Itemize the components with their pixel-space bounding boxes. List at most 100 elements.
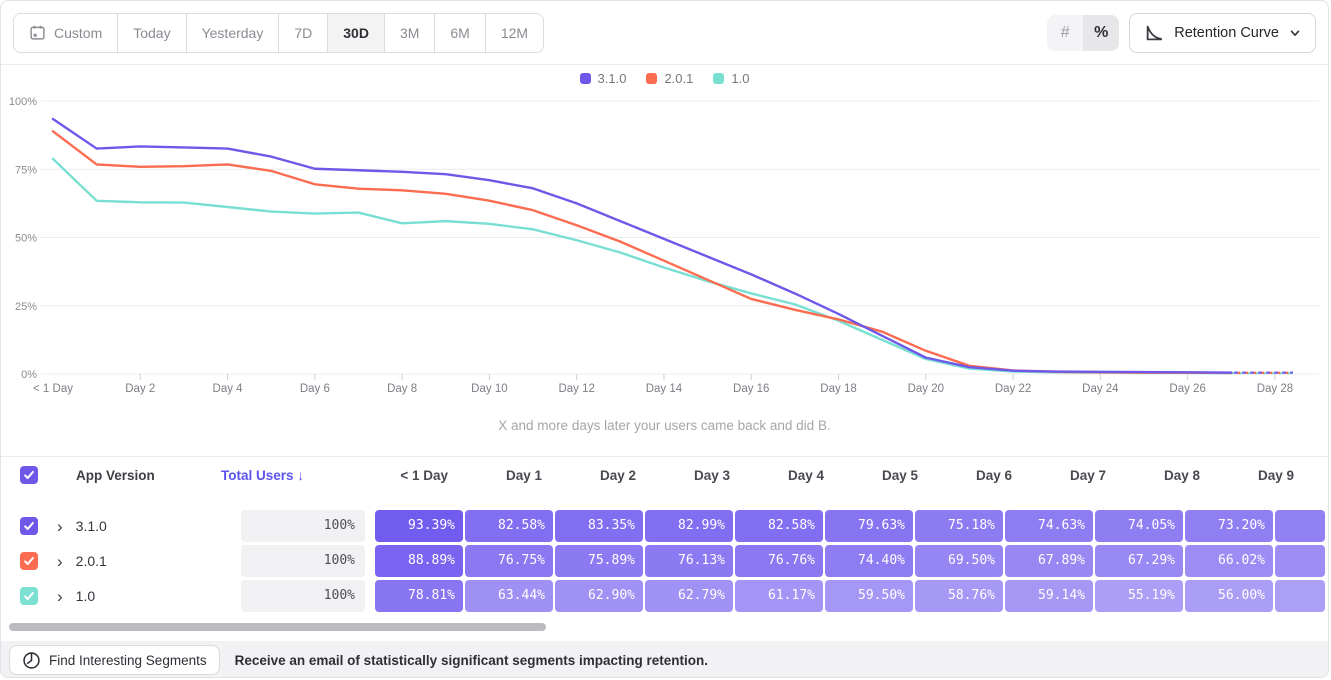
day-column-header: Day 9	[1211, 468, 1299, 483]
row-checkbox-cell	[1, 552, 57, 570]
day-column-header: Day 3	[647, 468, 735, 483]
row-checkbox[interactable]	[20, 552, 38, 570]
chart-type-dropdown[interactable]: Retention Curve	[1129, 13, 1316, 53]
app-version-header: App Version	[57, 468, 221, 483]
legend-swatch	[646, 73, 657, 84]
version-label: 3.1.0	[76, 518, 107, 534]
total-users-cell: 100%	[241, 510, 365, 542]
retention-report-panel: CustomTodayYesterday7D30D3M6M12M # % Ret…	[0, 0, 1329, 678]
retention-cell[interactable]: 63.44%	[465, 580, 553, 612]
interesting-segments-icon	[22, 651, 41, 670]
retention-cell[interactable]: 82.58%	[465, 510, 553, 542]
retention-cell[interactable]: 76.13%	[645, 545, 733, 577]
retention-cell[interactable]: 75.89%	[555, 545, 643, 577]
legend-swatch	[713, 73, 724, 84]
expand-chevron-icon[interactable]: ›	[57, 553, 63, 570]
retention-cell[interactable]: 66.02%	[1185, 545, 1273, 577]
chevron-down-icon	[1289, 27, 1301, 39]
retention-cell[interactable]: 69.50%	[915, 545, 1003, 577]
range-button-today[interactable]: Today	[118, 14, 186, 52]
retention-cell[interactable]: 62.79%	[645, 580, 733, 612]
retention-cell[interactable]: 88.89%	[375, 545, 463, 577]
retention-cell[interactable]: 56.00%	[1185, 580, 1273, 612]
x-axis-label: Day 10	[471, 383, 507, 395]
percent-format-button[interactable]: %	[1083, 15, 1119, 51]
retention-cell[interactable]: 93.39%	[375, 510, 463, 542]
retention-cell[interactable]: 78.81%	[375, 580, 463, 612]
chart-caption: X and more days later your users came ba…	[1, 418, 1328, 436]
retention-cell[interactable]: 82.58%	[735, 510, 823, 542]
retention-cell[interactable]: 74.05%	[1095, 510, 1183, 542]
x-axis-label: Day 4	[213, 383, 244, 395]
x-axis-label: Day 2	[125, 383, 155, 395]
sort-desc-icon: ↓	[297, 468, 304, 483]
table-cell-overflow	[1275, 510, 1325, 542]
legend-label: 3.1.0	[598, 71, 627, 86]
retention-cell[interactable]: 62.90%	[555, 580, 643, 612]
retention-table: App Version Total Users ↓ < 1 Day Day 1 Da…	[1, 456, 1328, 615]
select-all-checkbox[interactable]	[20, 466, 38, 484]
scrollbar-thumb[interactable]	[9, 623, 546, 631]
series-line-3-1-0[interactable]	[53, 119, 1231, 373]
x-axis-label: Day 8	[387, 383, 417, 395]
retention-cell[interactable]: 61.17%	[735, 580, 823, 612]
legend-item-3-1-0[interactable]: 3.1.0	[580, 71, 627, 86]
retention-cell[interactable]: 59.50%	[825, 580, 913, 612]
retention-chart: 0%25%50%75%100%< 1 DayDay 2Day 4Day 6Day…	[1, 89, 1329, 401]
legend-item-1-0[interactable]: 1.0	[713, 71, 749, 86]
row-checkbox[interactable]	[20, 587, 38, 605]
x-axis-label: Day 12	[558, 383, 594, 395]
retention-cell[interactable]: 75.18%	[915, 510, 1003, 542]
x-axis-label: < 1 Day	[33, 383, 73, 395]
retention-cell[interactable]: 83.35%	[555, 510, 643, 542]
day-column-header: < 1 Day	[365, 468, 453, 483]
day-column-header: Day 6	[929, 468, 1017, 483]
retention-cell[interactable]: 67.29%	[1095, 545, 1183, 577]
value-format-toggle: # %	[1047, 15, 1119, 51]
expand-chevron-icon[interactable]: ›	[57, 518, 63, 535]
total-users-cell: 100%	[241, 580, 365, 612]
footer-message: Receive an email of statistically signif…	[235, 653, 708, 668]
retention-cell[interactable]: 74.63%	[1005, 510, 1093, 542]
series-line-2-0-1[interactable]	[53, 131, 1231, 373]
retention-cell[interactable]: 76.76%	[735, 545, 823, 577]
chart-type-label: Retention Curve	[1174, 25, 1279, 41]
range-button-custom[interactable]: Custom	[14, 14, 118, 52]
retention-cell[interactable]: 59.14%	[1005, 580, 1093, 612]
version-label: 1.0	[76, 588, 95, 604]
range-button-6m[interactable]: 6M	[435, 14, 485, 52]
retention-cell[interactable]: 58.76%	[915, 580, 1003, 612]
x-axis-label: Day 22	[995, 383, 1031, 395]
calendar-icon	[29, 24, 46, 41]
retention-cell[interactable]: 74.40%	[825, 545, 913, 577]
range-button-7d[interactable]: 7D	[279, 14, 328, 52]
find-interesting-segments-button[interactable]: Find Interesting Segments	[9, 645, 220, 675]
x-axis-label: Day 6	[300, 383, 330, 395]
select-all-cell	[1, 466, 57, 484]
day-column-header: Day 2	[553, 468, 641, 483]
series-line-1-0[interactable]	[53, 159, 1231, 373]
retention-cell[interactable]: 73.20%	[1185, 510, 1273, 542]
version-cell: › 3.1.0	[57, 518, 221, 535]
range-button-yesterday[interactable]: Yesterday	[187, 14, 280, 52]
version-cell: ›2.0.1	[57, 553, 221, 570]
retention-cell[interactable]: 67.89%	[1005, 545, 1093, 577]
x-axis-label: Day 26	[1169, 383, 1205, 395]
day-column-header: Day 1	[459, 468, 547, 483]
total-users-header[interactable]: Total Users ↓	[221, 468, 365, 483]
day-column-header: Day 4	[741, 468, 829, 483]
range-button-3m[interactable]: 3M	[385, 14, 435, 52]
retention-cell[interactable]: 55.19%	[1095, 580, 1183, 612]
range-button-30d[interactable]: 30D	[328, 14, 385, 52]
retention-cell[interactable]: 79.63%	[825, 510, 913, 542]
row-checkbox[interactable]	[20, 517, 38, 535]
number-format-button[interactable]: #	[1047, 15, 1083, 51]
range-button-12m[interactable]: 12M	[486, 14, 543, 52]
day-headers: < 1 DayDay 1Day 2Day 3Day 4Day 5Day 6Day…	[365, 468, 1305, 483]
legend-label: 1.0	[731, 71, 749, 86]
y-axis-label: 75%	[15, 164, 37, 176]
legend-item-2-0-1[interactable]: 2.0.1	[646, 71, 693, 86]
retention-cell[interactable]: 82.99%	[645, 510, 733, 542]
expand-chevron-icon[interactable]: ›	[57, 588, 63, 605]
retention-cell[interactable]: 76.75%	[465, 545, 553, 577]
